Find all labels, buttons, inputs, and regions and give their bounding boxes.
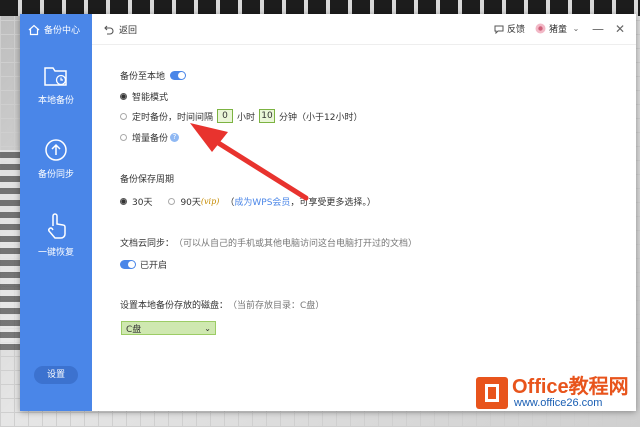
office-logo-icon [476,377,508,409]
watermark-url: www.office26.com [514,397,603,409]
watermark-logo: Office教程网 www.office26.com [476,377,629,409]
watermark-brand: Office教程网 [512,376,629,398]
annotation-arrow [190,123,309,201]
